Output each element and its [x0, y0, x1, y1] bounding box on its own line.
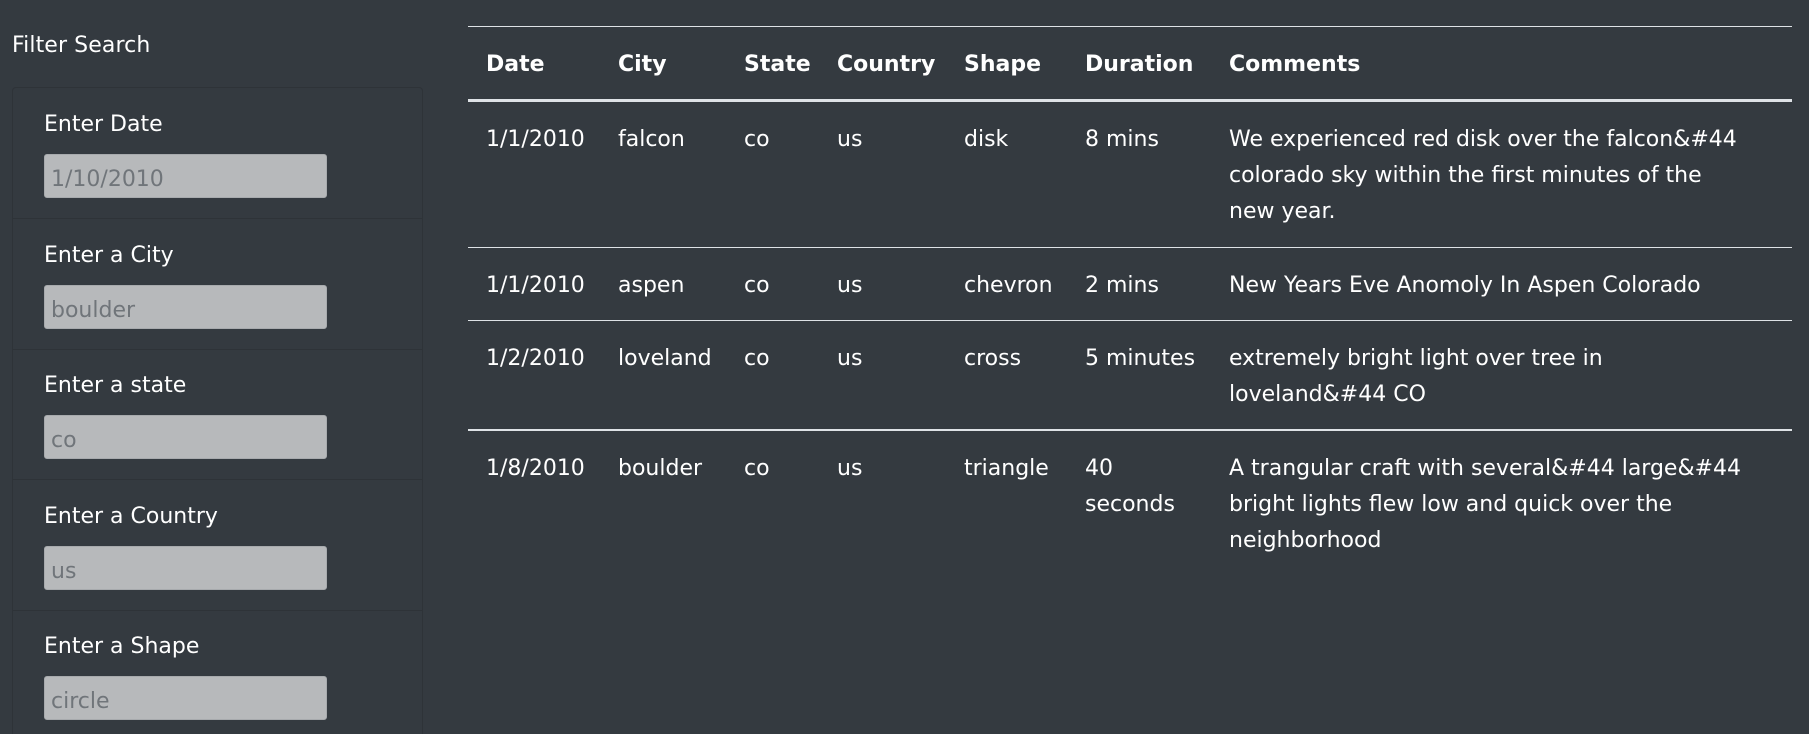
clipped-heading: ·· ······· ···· ·· ······· ·· ······ ·· — [718, 0, 1039, 4]
cell-duration: 5 minutes — [1085, 346, 1196, 371]
city-label: Enter a City — [44, 243, 174, 268]
cell-state: co — [744, 456, 770, 481]
column-header-city[interactable]: City — [618, 47, 667, 83]
row-divider — [468, 429, 1792, 431]
table-header-rule — [468, 99, 1792, 102]
date-label: Enter Date — [44, 112, 163, 137]
cell-shape: chevron — [964, 273, 1053, 298]
cell-date: 1/1/2010 — [486, 273, 585, 298]
cell-date: 1/1/2010 — [486, 127, 585, 152]
filter-item-date: Enter Date — [13, 88, 422, 219]
cell-state: co — [744, 127, 770, 152]
cell-shape: triangle — [964, 456, 1049, 481]
column-header-comments[interactable]: Comments — [1229, 47, 1360, 83]
column-header-duration[interactable]: Duration — [1085, 47, 1193, 83]
cell-date: 1/8/2010 — [486, 456, 585, 481]
shape-label: Enter a Shape — [44, 634, 200, 659]
cell-state: co — [744, 346, 770, 371]
row-divider — [468, 320, 1792, 321]
table-top-rule — [468, 26, 1792, 27]
cell-duration: 2 mins — [1085, 273, 1159, 298]
state-label: Enter a state — [44, 373, 187, 398]
cell-comments: We experienced red disk over the falcon&… — [1229, 127, 1737, 224]
cell-state: co — [744, 273, 770, 298]
column-header-country[interactable]: Country — [837, 47, 935, 83]
state-input[interactable] — [44, 415, 327, 459]
column-header-shape[interactable]: Shape — [964, 47, 1041, 83]
page: Filter Search Enter Date Enter a City En… — [0, 0, 1809, 734]
cell-shape: disk — [964, 127, 1009, 152]
cell-city: boulder — [618, 456, 703, 481]
cell-country: us — [837, 273, 863, 298]
cell-duration: 40 seconds — [1085, 456, 1175, 517]
cell-comments: extremely bright light over tree in love… — [1229, 346, 1603, 407]
column-header-state[interactable]: State — [744, 47, 811, 83]
filter-search-title: Filter Search — [12, 33, 151, 58]
shape-input[interactable] — [44, 676, 327, 720]
filter-item-shape: Enter a Shape — [13, 610, 422, 734]
cell-comments: A trangular craft with several&#44 large… — [1229, 456, 1742, 553]
filter-list: Enter Date Enter a City Enter a state En… — [12, 87, 423, 734]
cell-country: us — [837, 456, 863, 481]
cell-comments: New Years Eve Anomoly In Aspen Colorado — [1229, 273, 1701, 298]
filter-item-city: Enter a City — [13, 219, 422, 350]
country-label: Enter a Country — [44, 504, 218, 529]
filter-item-country: Enter a Country — [13, 480, 422, 611]
cell-city: aspen — [618, 273, 685, 298]
filter-item-state: Enter a state — [13, 349, 422, 480]
cell-city: falcon — [618, 127, 685, 152]
sightings-table: ·· ······· ···· ·· ······· ·· ······ ·· … — [468, 0, 1792, 734]
country-input[interactable] — [44, 546, 327, 590]
filter-sidebar: Filter Search Enter Date Enter a City En… — [0, 0, 440, 734]
city-input[interactable] — [44, 285, 327, 329]
cell-duration: 8 mins — [1085, 127, 1159, 152]
cell-country: us — [837, 346, 863, 371]
row-divider — [468, 247, 1792, 248]
cell-shape: cross — [964, 346, 1022, 371]
column-header-date[interactable]: Date — [486, 47, 545, 83]
cell-date: 1/2/2010 — [486, 346, 585, 371]
date-input[interactable] — [44, 154, 327, 198]
cell-country: us — [837, 127, 863, 152]
cell-city: loveland — [618, 346, 712, 371]
